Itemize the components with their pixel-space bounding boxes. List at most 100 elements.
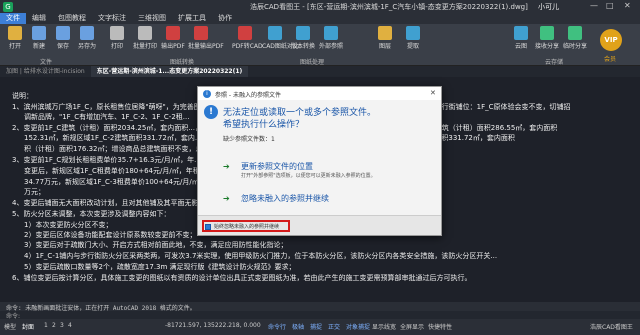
drawing-text-line: 4）1F_C-1铺内与步行街防火分区采两类两，可发次3.7米实理，使用甲级防火门… bbox=[24, 252, 498, 260]
menu-item[interactable]: 文字标注 bbox=[92, 13, 132, 24]
drawing-text-line: 3）变更后对于疏散门大小、开启方式相对前面此地，不变，满足应用防性能化指论； bbox=[24, 241, 288, 249]
tool-icon bbox=[406, 26, 420, 40]
dialog-close-button[interactable]: ✕ bbox=[430, 89, 436, 97]
always-ignore-checkbox[interactable]: 始终忽略未融入的参照并继续 bbox=[202, 220, 290, 232]
tool-icon bbox=[194, 26, 208, 40]
tool-label: 批量输出PDF bbox=[188, 43, 224, 50]
tool-icon bbox=[324, 26, 338, 40]
toolbar-button[interactable]: 图层 bbox=[372, 26, 398, 50]
menu-item[interactable]: 协作 bbox=[212, 13, 238, 24]
window-title: 浩辰CAD看图王 - [东区-营运期-滨州滨城-1F_C汽车小镇-态变更方案20… bbox=[250, 3, 528, 11]
layout-tab[interactable]: 封面 bbox=[22, 322, 34, 331]
tool-label: 图层 bbox=[378, 43, 391, 50]
toolbar-button[interactable]: 打印 bbox=[104, 26, 130, 50]
document-tabs: 加图 | 给排水设计图-incision 东区-营运期-滨州滨城-1...态变更方… bbox=[0, 66, 640, 77]
tool-icon bbox=[514, 26, 528, 40]
status-toggle[interactable]: 显示线宽 bbox=[372, 322, 396, 331]
document-tab[interactable]: 东区-营运期-滨州滨城-1...态变更方案20220322(1) bbox=[90, 66, 249, 77]
toolbar-button[interactable]: 输出PDF bbox=[160, 26, 186, 50]
app-name: 浩辰CAD看图王 bbox=[590, 324, 633, 331]
tool-icon bbox=[8, 26, 22, 40]
menu-item[interactable]: 三维视图 bbox=[132, 13, 172, 24]
status-bar: 模型 封面 1 2 3 4 -81721.597, 135222.218, 0.000 命令行… bbox=[0, 319, 640, 335]
command-input[interactable]: 命令: bbox=[0, 311, 640, 320]
ribbon-toolbar: 打开 新建 保存 另存为 打印 批量打印 输出PDF 批量输出PDF PDF转CAD CAD图纸对… bbox=[0, 24, 640, 66]
tool-icon bbox=[540, 26, 554, 40]
drawing-text-line: 5、防火分区未调整，本次变更涉及调整内容如下： bbox=[12, 210, 171, 218]
update-reference-desc: 打开"外部参照"选项板，以便您可以更新未融入参照的位置。 bbox=[241, 173, 376, 179]
dialog-title: 参照 - 未融入的参照文件 bbox=[215, 92, 281, 99]
tool-icon bbox=[378, 26, 392, 40]
ribbon-group-label: 图纸转换 bbox=[170, 59, 195, 66]
toolbar-button[interactable]: 批量输出PDF bbox=[188, 26, 224, 50]
toolbar-button[interactable]: 临时分享 bbox=[562, 26, 588, 50]
close-window-button[interactable]: ✕ bbox=[624, 1, 631, 10]
vip-badge[interactable]: VIP bbox=[600, 29, 622, 51]
layout-tab[interactable]: 4 bbox=[68, 322, 72, 329]
drawing-text-line: 4、变更后铺面无大面积改动计划，且对其他铺及其平面无影响； bbox=[12, 199, 213, 207]
toolbar-button[interactable]: 批量打印 bbox=[132, 26, 158, 50]
tool-icon bbox=[138, 26, 152, 40]
toolbar-button[interactable]: 外部参照 bbox=[318, 26, 344, 50]
tool-label: 输出PDF bbox=[161, 43, 185, 50]
drawing-text-line: 万元； bbox=[24, 188, 45, 196]
drawing-text-line: 说明： bbox=[12, 92, 33, 100]
status-toggle[interactable]: 全屏显示 bbox=[400, 322, 424, 331]
status-toggle[interactable]: 正交 bbox=[328, 322, 340, 331]
ribbon-group-label: 云存储 bbox=[545, 59, 564, 66]
tool-label: 外部参照 bbox=[318, 43, 343, 50]
ignore-reference-title: 忽略未融入的参照并继续 bbox=[241, 194, 329, 203]
menu-item[interactable]: 包图教程 bbox=[52, 13, 92, 24]
tool-icon bbox=[296, 26, 310, 40]
status-toggle[interactable]: 对象捕捉 bbox=[346, 322, 370, 331]
document-tab[interactable]: 加图 | 给排水设计图-incision bbox=[0, 66, 91, 77]
maximize-button[interactable]: □ bbox=[606, 1, 614, 10]
user-name[interactable]: 小可儿 bbox=[538, 2, 559, 12]
tool-label: 接收分享 bbox=[534, 43, 559, 50]
toolbar-button[interactable]: 版本转换 bbox=[290, 26, 316, 50]
layout-tab[interactable]: 3 bbox=[60, 322, 64, 329]
layout-tab[interactable]: 2 bbox=[52, 322, 56, 329]
toolbar-button[interactable]: 接收分享 bbox=[534, 26, 560, 50]
command-history: 命令: 未融新画面批注安体，正在打开 AutoCAD 2018 格式的文件。 bbox=[0, 302, 640, 312]
status-toggle[interactable]: 快捷特性 bbox=[428, 322, 452, 331]
coordinate-readout: -81721.597, 135222.218, 0.000 bbox=[165, 322, 261, 329]
toolbar-button[interactable]: 提取 bbox=[400, 26, 426, 50]
tool-icon bbox=[166, 26, 180, 40]
menu-item[interactable]: 编辑 bbox=[26, 13, 52, 24]
status-toggle[interactable]: 极轴 bbox=[292, 322, 304, 331]
tool-label: 提取 bbox=[406, 43, 419, 50]
title-bar: G 浩辰CAD看图王 - [东区-营运期-滨州滨城-1F_C汽车小镇-态变更方案… bbox=[0, 0, 640, 13]
layout-tab[interactable]: 1 bbox=[44, 322, 48, 329]
toolbar-button[interactable]: 保存 bbox=[50, 26, 76, 50]
drawing-text-line: 调新品牌，"1F_C有增加汽车、1F_C-2、1F_C-2租... bbox=[24, 113, 190, 121]
vip-label: 会员 bbox=[604, 56, 617, 63]
drawing-text-line: 5）变更后疏散口数量等2个，疏散宽度17.3m 满足现行版《建筑设计防火规范》要… bbox=[24, 263, 296, 271]
tool-label: 打印 bbox=[110, 43, 123, 50]
toolbar-button[interactable]: CAD图纸对比 bbox=[262, 26, 299, 50]
dialog-header: i 参照 - 未融入的参照文件 ✕ bbox=[198, 87, 441, 100]
toolbar-button[interactable]: 新建 bbox=[26, 26, 52, 50]
toolbar-button[interactable]: 打开 bbox=[2, 26, 28, 50]
app-logo-icon: G bbox=[3, 1, 13, 12]
drawing-text-line: 6、铺位变更后按计算分区，具体施工变更的图纸以有资质的设计单位出具正式变更图纸为… bbox=[12, 274, 472, 282]
tool-icon bbox=[568, 26, 582, 40]
toolbar-button[interactable]: PDF转CAD bbox=[232, 26, 263, 50]
arrow-right-icon: ➔ bbox=[223, 162, 230, 171]
status-toggle[interactable]: 捕捉 bbox=[310, 322, 322, 331]
ribbon-group-label: 图纸处理 bbox=[300, 59, 325, 66]
tool-icon bbox=[110, 26, 124, 40]
menu-item[interactable]: 文件 bbox=[0, 13, 26, 24]
layout-tab[interactable]: 模型 bbox=[4, 322, 16, 331]
dialog-main-text-2: 希望执行什么操作？ bbox=[223, 120, 305, 130]
menu-bar: 文件 编辑 包图教程 文字标注 三维视图 扩展工具 协作 bbox=[0, 13, 640, 24]
tool-label: 打开 bbox=[8, 43, 21, 50]
toolbar-button[interactable]: 另存为 bbox=[74, 26, 100, 50]
drawing-text-line: 1）本次变更防火分区不变； bbox=[24, 221, 113, 229]
status-toggle[interactable]: 命令行 bbox=[268, 322, 286, 331]
update-reference-title: 更新参照文件的位置 bbox=[241, 162, 313, 171]
info-icon: i bbox=[203, 90, 211, 98]
minimize-button[interactable]: — bbox=[590, 1, 598, 10]
toolbar-button[interactable]: 云图 bbox=[508, 26, 534, 50]
menu-item[interactable]: 扩展工具 bbox=[172, 13, 212, 24]
